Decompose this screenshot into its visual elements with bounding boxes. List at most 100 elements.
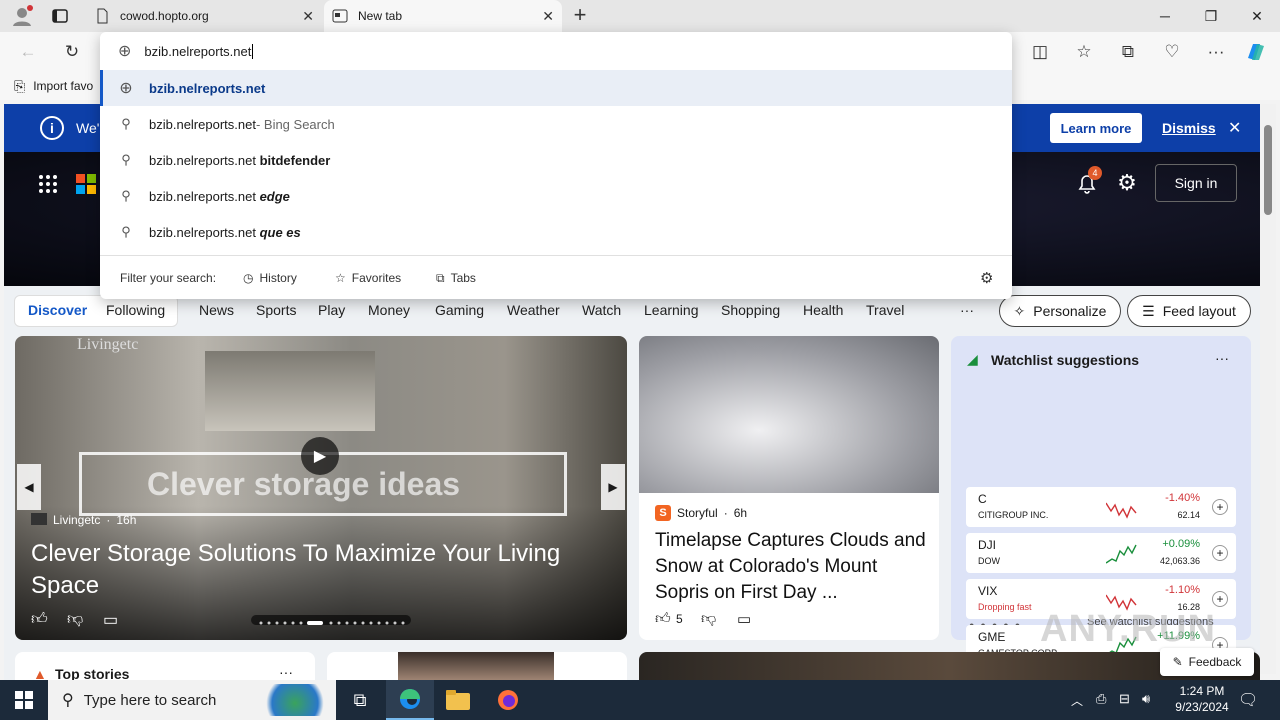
refresh-icon[interactable]: ↻	[56, 36, 88, 68]
learn-more-button[interactable]: Learn more	[1050, 113, 1142, 143]
restore-icon[interactable]: ❐	[1188, 0, 1234, 32]
volume-icon[interactable]: 🔊︎	[1142, 691, 1150, 707]
watchlist-row[interactable]: DJI DOW +0.09% 42,063.36 +	[966, 533, 1236, 573]
personalize-button[interactable]: ✧ Personalize	[999, 295, 1121, 327]
collections-icon[interactable]: ⧉	[1112, 36, 1144, 68]
search-suggestion[interactable]: ⚲ bzib.nelreports.net que es	[100, 214, 1012, 250]
carousel-next-icon[interactable]: ▶	[601, 464, 625, 510]
info-icon: i	[40, 116, 64, 140]
feedback-button[interactable]: ✎ Feedback	[1160, 648, 1254, 676]
tab-actions-icon[interactable]	[50, 7, 70, 25]
ticker-change: -1.10%	[1165, 584, 1200, 596]
sign-in-button[interactable]: Sign in	[1155, 164, 1237, 202]
browser-essentials-icon[interactable]: ♡	[1156, 36, 1188, 68]
minimize-icon[interactable]: ─	[1142, 0, 1188, 32]
close-banner-icon[interactable]: ✕	[1228, 118, 1241, 138]
like-icon[interactable]: 👍︎	[655, 610, 671, 628]
history-icon: ◷	[243, 271, 254, 285]
settings-gear-icon[interactable]: ⚙	[1114, 170, 1140, 196]
story-headline[interactable]: Timelapse Captures Clouds and Snow at Co…	[655, 528, 927, 606]
top-stories-more-icon[interactable]: ···	[279, 664, 293, 680]
tab-new-tab[interactable]: New tab ✕	[324, 0, 562, 32]
address-bar[interactable]: ⊕ bzib.nelreports.net	[100, 32, 1012, 70]
firefox-icon[interactable]	[484, 680, 532, 720]
top-stories-title: Top stories	[55, 666, 130, 680]
play-button-icon[interactable]: ▶	[301, 437, 339, 475]
tab-title: cowod.hopto.org	[120, 9, 209, 23]
ticker-price: 42,063.36	[1159, 556, 1200, 566]
filter-tabs[interactable]: ⧉ Tabs	[436, 268, 476, 288]
close-window-icon[interactable]: ✕	[1234, 0, 1280, 32]
new-tab-plus-icon[interactable]: +	[568, 4, 592, 28]
close-tab-icon[interactable]: ✕	[302, 8, 314, 25]
tab-cowod[interactable]: cowod.hopto.org ✕	[86, 0, 322, 32]
add-to-watchlist-icon[interactable]: +	[1212, 499, 1228, 515]
import-favorites-link[interactable]: Import favo	[33, 79, 93, 93]
side-story-card[interactable]: S Storyful · 6h Timelapse Captures Clouds …	[639, 336, 939, 640]
file-explorer-icon[interactable]	[434, 680, 482, 720]
apps-grid-icon[interactable]	[38, 174, 58, 194]
feed-layout-button[interactable]: ☰ Feed layout	[1127, 295, 1251, 327]
clouds-image	[639, 336, 939, 493]
dismiss-link[interactable]: Dismiss	[1162, 120, 1216, 136]
profile-icon[interactable]	[10, 5, 34, 27]
close-tab-icon[interactable]: ✕	[542, 8, 554, 25]
copilot-icon[interactable]	[1244, 40, 1268, 64]
tab-discover[interactable]: Discover	[28, 290, 87, 330]
ticker-symbol: C	[978, 492, 987, 506]
split-screen-icon[interactable]: ◫	[1024, 36, 1056, 68]
network-icon[interactable]: ⊟	[1119, 691, 1130, 707]
notification-count-badge: 4	[1088, 166, 1102, 180]
story-card-preview[interactable]	[327, 652, 627, 680]
task-view-icon[interactable]: ⧉	[336, 680, 384, 720]
suggestion-suffix: - Bing Search	[255, 116, 335, 132]
story-source: Livingetc	[53, 513, 101, 527]
more-menu-icon[interactable]: ···	[1200, 36, 1232, 68]
suggestion-settings-icon[interactable]: ⚙	[980, 268, 993, 288]
image-caption-overlay: Clever storage ideas	[147, 466, 461, 502]
dislike-icon[interactable]: 👎︎	[701, 610, 716, 628]
taskbar-search-box[interactable]: ⚲ Type here to search	[48, 680, 336, 720]
watchlist-row[interactable]: C CITIGROUP INC. -1.40% 62.14 +	[966, 487, 1236, 527]
tray-device-icon[interactable]: ⎙	[1096, 691, 1106, 707]
story-headline[interactable]: Clever Storage Solutions To Maximize You…	[31, 538, 601, 602]
scrollbar-thumb[interactable]	[1264, 125, 1272, 215]
notifications-icon[interactable]: 🗨︎	[1238, 690, 1258, 710]
edge-taskbar-icon[interactable]	[386, 680, 434, 720]
taskbar-search-placeholder: Type here to search	[83, 691, 217, 709]
filter-history[interactable]: ◷ History	[243, 268, 297, 288]
add-to-watchlist-icon[interactable]: +	[1212, 591, 1228, 607]
suggestion-completion: bitdefender	[255, 152, 331, 168]
search-suggestion[interactable]: ⚲ bzib.nelreports.net edge	[100, 178, 1012, 214]
carousel-prev-icon[interactable]: ◀	[17, 464, 41, 510]
trend-icon: ◢	[967, 351, 978, 367]
search-suggestion[interactable]: ⚲ bzib.nelreports.net - Bing Search	[100, 106, 1012, 142]
like-icon[interactable]: 👍︎	[31, 610, 48, 629]
back-arrow-icon[interactable]: ←	[12, 36, 44, 68]
favorites-star-icon: ☆	[335, 271, 346, 285]
address-input[interactable]: bzib.nelreports.net	[144, 43, 254, 59]
filter-label: Filter your search:	[120, 271, 217, 285]
filter-favorites[interactable]: ☆ Favorites	[335, 268, 401, 288]
carousel-dots[interactable]	[251, 615, 411, 625]
windows-start-icon[interactable]	[0, 680, 48, 720]
clock-date: 9/23/2024	[1175, 700, 1229, 714]
dislike-icon[interactable]: 👎︎	[67, 610, 83, 629]
top-suggestion[interactable]: ⊕ bzib.nelreports.net	[100, 70, 1012, 106]
search-suggestion[interactable]: ⚲ bzib.nelreports.net bitdefender	[100, 142, 1012, 178]
search-icon: ⚲	[121, 188, 131, 203]
favorites-star-icon[interactable]: ☆	[1068, 36, 1100, 68]
sparkle-icon: ✧	[1013, 302, 1026, 319]
watchlist-more-icon[interactable]: ···	[1215, 350, 1229, 366]
microsoft-logo-icon[interactable]	[76, 174, 96, 194]
main-story-card[interactable]: Livingetc Clever storage ideas ▶ ◀ ▶ Liv…	[15, 336, 627, 640]
comment-icon[interactable]: ▭	[103, 610, 118, 630]
add-to-watchlist-icon[interactable]: +	[1212, 545, 1228, 561]
tray-chevron-icon[interactable]: ︿	[1071, 692, 1083, 709]
sparkline-chart	[1106, 502, 1137, 519]
notifications-bell-icon[interactable]: 4	[1074, 166, 1102, 196]
clock[interactable]: 1:24 PM 9/23/2024	[1166, 683, 1238, 715]
globe-icon: ⊕	[119, 80, 133, 97]
story-meta: Livingetc · 16h	[31, 513, 136, 527]
comment-icon[interactable]: ▭	[737, 610, 751, 628]
